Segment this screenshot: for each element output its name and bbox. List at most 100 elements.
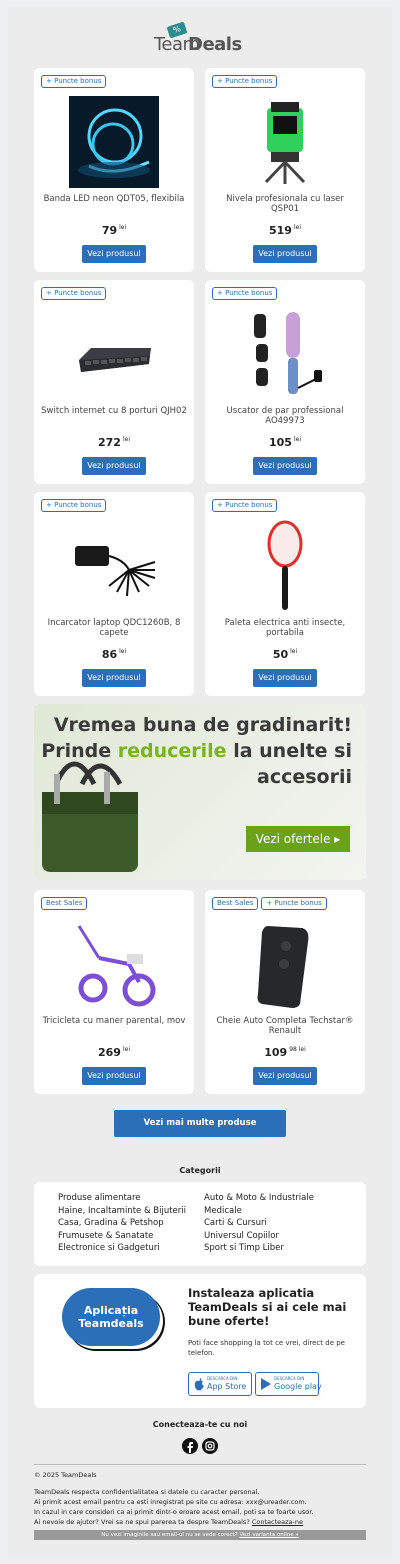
bonus-points-badge: + Puncte bonus (212, 75, 278, 88)
category-link[interactable]: Sport si Timp Liber (204, 1242, 314, 1255)
price-currency: lei (290, 648, 298, 656)
footer-text: TeamDeals respecta confidentialitatea si… (34, 1487, 374, 1527)
app-promo-title: Instaleaza aplicatia TeamDeals si ai cel… (188, 1286, 347, 1328)
view-online-text: Nu vezi imaginile sau email-ul nu se ved… (101, 1532, 238, 1538)
product-name[interactable]: Incarcator laptop QDC1260B, 8 capete (40, 618, 188, 638)
app-promo-box: Aplicația Teamdeals Instaleaza aplicatia … (34, 1274, 366, 1408)
categories-box: Produse alimentare Haine, Incaltaminte &… (34, 1182, 366, 1266)
contact-link[interactable]: Contacteaza-ne (252, 1518, 303, 1526)
view-product-button[interactable]: Vezi produsul (253, 457, 317, 475)
store-label: App Store (207, 1382, 247, 1391)
product-card: + Puncte bonus Nivela profesionala cu la… (205, 68, 365, 272)
product-name[interactable]: Uscator de par professional AO49973 (211, 406, 359, 426)
view-product-button[interactable]: Vezi produsul (253, 1067, 317, 1085)
category-link[interactable]: Frumusete & Sanatate (58, 1230, 186, 1243)
product-card: + Puncte bonus Banda LED neon QDT05, fle… (34, 68, 194, 272)
app-store-button[interactable]: DESCARCA DIN App Store (188, 1372, 252, 1396)
laptop-charger-image[interactable] (69, 520, 159, 612)
price-value: 272 (98, 436, 121, 449)
categories-title: Categorii (179, 1166, 221, 1175)
view-product-button[interactable]: Vezi produsul (253, 669, 317, 687)
price-currency: lei (122, 1046, 130, 1054)
price-value: 86 (101, 648, 118, 661)
product-name[interactable]: Banda LED neon QDT05, flexibila (40, 194, 188, 204)
product-name[interactable]: Cheie Auto Completa Techstar® Renault (211, 1016, 359, 1036)
banner-headline-1: Vremea buna de gradinarit! (53, 714, 352, 736)
led-strip-image[interactable] (69, 96, 159, 188)
footer-line: Ai nevoie de ajutor? Vrei sa ne spui par… (34, 1517, 374, 1527)
product-name[interactable]: Paleta electrica anti insecte, portabila (211, 618, 359, 638)
bonus-points-badge: + Puncte bonus (41, 75, 107, 88)
bonus-points-badge: + Puncte bonus (41, 499, 107, 512)
price-value: 269 (98, 1046, 121, 1059)
see-more-products-button[interactable]: Vezi mai multe produse (114, 1110, 286, 1137)
banner-headline-3: accesorii (257, 766, 352, 788)
product-price: 79 lei (34, 224, 194, 237)
price-cents: 98 lei (289, 1046, 306, 1053)
social-title: Conecteaza-te cu noi (152, 1420, 248, 1429)
category-link[interactable]: Produse alimentare (58, 1192, 186, 1205)
email-page: % Team Deals + Puncte bonus Banda LED ne… (0, 0, 400, 1564)
garden-tool-bag-image (42, 761, 138, 872)
app-pill-graphic: Aplicația Teamdeals (62, 1288, 160, 1346)
view-product-button[interactable]: Vezi produsul (82, 245, 146, 263)
google-play-icon (261, 1378, 271, 1390)
copyright: © 2025 TeamDeals (34, 1471, 97, 1479)
banner-text: la unelte si (226, 740, 352, 762)
view-online-link[interactable]: Vezi varianta online » (239, 1532, 298, 1538)
store-caption: DESCARCA DIN (274, 1376, 305, 1381)
store-label: Google play (274, 1382, 322, 1391)
instagram-icon[interactable] (202, 1438, 218, 1454)
category-link[interactable]: Haine, Incaltaminte & Bijuterii (58, 1205, 186, 1218)
pill-text: Aplicația (83, 1304, 139, 1317)
category-link[interactable]: Medicale (204, 1205, 314, 1218)
price-currency: lei (293, 436, 301, 444)
product-price: 86 lei (34, 648, 194, 661)
store-caption: DESCARCA DIN (207, 1376, 238, 1381)
product-price: 50 lei (205, 648, 365, 661)
network-switch-image[interactable] (69, 308, 159, 400)
product-name[interactable]: Switch internet cu 8 porturi QJH02 (40, 406, 188, 416)
bug-zapper-image[interactable] (240, 520, 330, 612)
bonus-points-badge: + Puncte bonus (212, 287, 278, 300)
price-value: 50 (272, 648, 289, 661)
car-key-card-image[interactable] (240, 918, 330, 1010)
see-offers-button[interactable]: Vezi ofertele ▸ (246, 826, 350, 852)
product-card: + Puncte bonus Switch internet cu 8 port… (34, 280, 194, 484)
view-product-button[interactable]: Vezi produsul (82, 669, 146, 687)
best-sales-badge: Best Sales (41, 897, 88, 910)
category-link[interactable]: Auto & Moto & Industriale (204, 1192, 314, 1205)
product-price: 272 lei (34, 436, 194, 449)
laser-level-image[interactable] (240, 96, 330, 188)
product-name[interactable]: Tricicleta cu maner parental, mov (40, 1016, 188, 1026)
price-value: 105 (269, 436, 292, 449)
price-value: 79 (101, 224, 118, 237)
footer-line: Ai primit acest email pentru ca esti inr… (34, 1498, 307, 1506)
banner-highlight: reducerile (117, 740, 227, 762)
apple-icon (194, 1378, 204, 1391)
footer-line: In cazul in care consideri ca ai primit … (34, 1508, 314, 1516)
facebook-icon[interactable] (182, 1438, 198, 1454)
footer-divider (34, 1464, 366, 1465)
pill-text: Teamdeals (78, 1317, 144, 1330)
price-value: 109 (264, 1046, 288, 1059)
price-currency: lei (122, 436, 130, 444)
view-product-button[interactable]: Vezi produsul (253, 245, 317, 263)
product-name[interactable]: Nivela profesionala cu laser QSP01 (211, 194, 359, 214)
category-link[interactable]: Casa, Gradina & Petshop (58, 1217, 186, 1230)
teamdeals-logo[interactable]: % Team Deals (150, 21, 250, 55)
view-product-button[interactable]: Vezi produsul (82, 1067, 146, 1085)
hair-dryer-image[interactable] (240, 308, 330, 400)
footer-line: TeamDeals respecta confidentialitatea si… (34, 1488, 260, 1496)
banner-headline-2: Prinde reducerile la unelte si (41, 740, 352, 762)
google-play-button[interactable]: DESCARCA DIN Google play (255, 1372, 322, 1396)
category-link[interactable]: Carti & Cursuri (204, 1217, 314, 1230)
price-cents-value: 98 (289, 1046, 297, 1054)
garden-promo-banner[interactable]: Vremea buna de gradinarit! Prinde reduce… (34, 704, 366, 880)
product-price: 105 lei (205, 436, 365, 449)
view-online-bar: Nu vezi imaginile sau email-ul nu se ved… (34, 1530, 366, 1540)
view-product-button[interactable]: Vezi produsul (82, 457, 146, 475)
category-link[interactable]: Electronice si Gadgeturi (58, 1242, 186, 1255)
tricycle-image[interactable] (69, 918, 159, 1010)
category-link[interactable]: Universul Copiilor (204, 1230, 314, 1243)
